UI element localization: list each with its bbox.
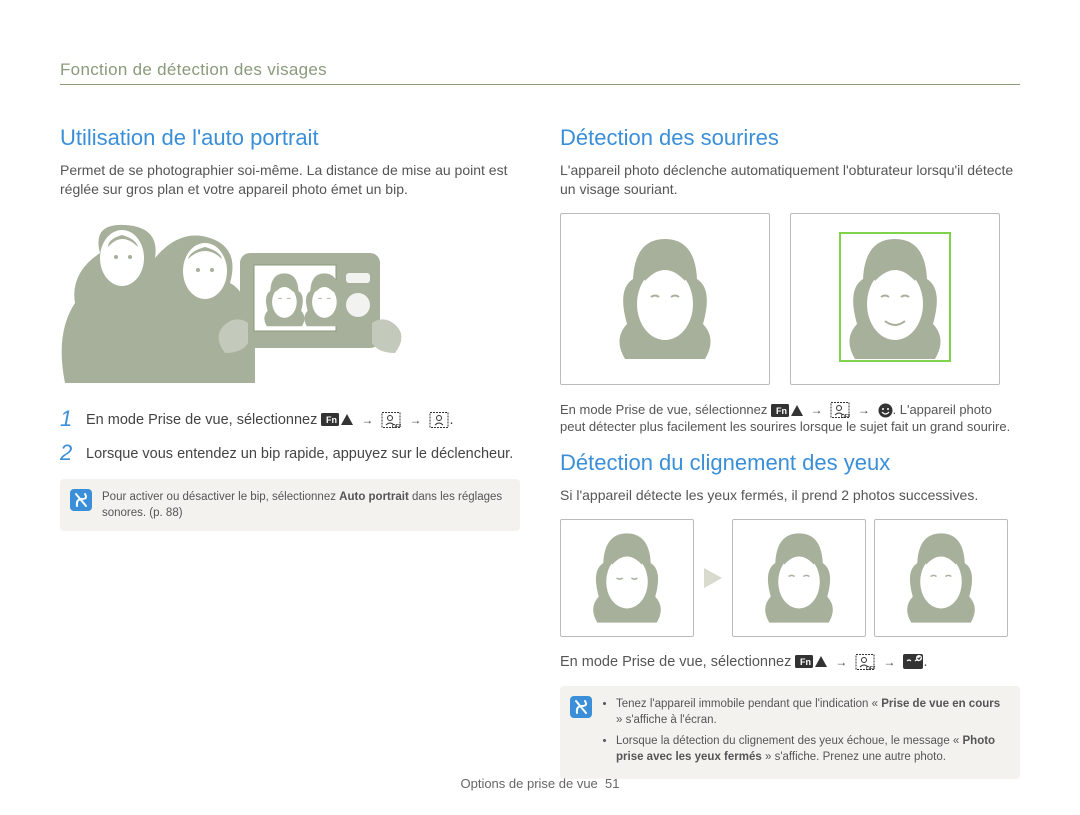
step-text: En mode Prise de vue, sélectionnez → → . (86, 408, 454, 431)
fn-up-icon (321, 413, 353, 426)
note-icon (70, 489, 92, 511)
facemode-off-icon (855, 654, 875, 670)
facemode-off-icon (381, 412, 401, 428)
smile-intro: L'appareil photo déclenche automatiqueme… (560, 161, 1020, 199)
shot-neutral (560, 213, 770, 385)
detect-rect-green (839, 232, 951, 362)
blink-step: En mode Prise de vue, sélectionnez → → . (560, 653, 1020, 673)
arrow-icon: → (831, 655, 851, 669)
arrow-icon: → (854, 403, 874, 417)
arrow-icon: → (357, 413, 377, 427)
smile-title: Détection des sourires (560, 125, 1020, 151)
shot-smiling (790, 213, 1000, 385)
note-text: Pour activer ou désactiver le bip, sélec… (102, 489, 508, 521)
fn-up-icon (771, 404, 803, 417)
page-footer: Options de prise de vue 51 (0, 776, 1080, 791)
arrow-icon: → (807, 403, 827, 417)
fn-up-icon (795, 655, 827, 668)
note-item: Tenez l'appareil immobile pendant que l'… (616, 696, 1008, 728)
arrow-icon: → (405, 413, 425, 427)
step-1: 1 En mode Prise de vue, sélectionnez → →… (60, 408, 520, 431)
facemode-off-icon (830, 402, 850, 418)
detect-rect-white (609, 232, 721, 362)
note-item: Lorsque la détection du clignement des y… (616, 733, 1008, 765)
triangle-arrow-icon (702, 566, 724, 590)
step-text: Lorsque vous entendez un bip rapide, app… (86, 442, 513, 465)
section-header: Fonction de détection des visages (60, 60, 1020, 85)
shot-eyes-closed (560, 519, 694, 637)
note-text: Tenez l'appareil immobile pendant que l'… (602, 696, 1008, 768)
note-icon (570, 696, 592, 718)
autoportrait-illustration (60, 213, 520, 388)
autoportrait-intro: Permet de se photographier soi-même. La … (60, 161, 520, 199)
shot-result-2 (874, 519, 1008, 637)
blink-title: Détection du clignement des yeux (560, 450, 1020, 476)
arrow-icon: → (879, 655, 899, 669)
blink-intro: Si l'appareil détecte les yeux fermés, i… (560, 486, 1020, 505)
blink-illustration (560, 519, 1020, 637)
smile-illustration (560, 213, 1020, 385)
smile-icon (878, 403, 893, 418)
autoportrait-title: Utilisation de l'auto portrait (60, 125, 520, 151)
step-number: 1 (60, 408, 76, 430)
shot-result-1 (732, 519, 866, 637)
step-2: 2 Lorsque vous entendez un bip rapide, a… (60, 442, 520, 465)
facemode-on-icon (429, 412, 449, 428)
autoportrait-note: Pour activer ou désactiver le bip, sélec… (60, 479, 520, 531)
columns: Utilisation de l'auto portrait Permet de… (60, 125, 1020, 779)
right-column: Détection des sourires L'appareil photo … (560, 125, 1020, 779)
step-number: 2 (60, 442, 76, 464)
left-column: Utilisation de l'auto portrait Permet de… (60, 125, 520, 779)
blink-detect-icon (903, 654, 923, 669)
smile-caption: En mode Prise de vue, sélectionnez → → .… (560, 401, 1020, 436)
blink-note: Tenez l'appareil immobile pendant que l'… (560, 686, 1020, 778)
